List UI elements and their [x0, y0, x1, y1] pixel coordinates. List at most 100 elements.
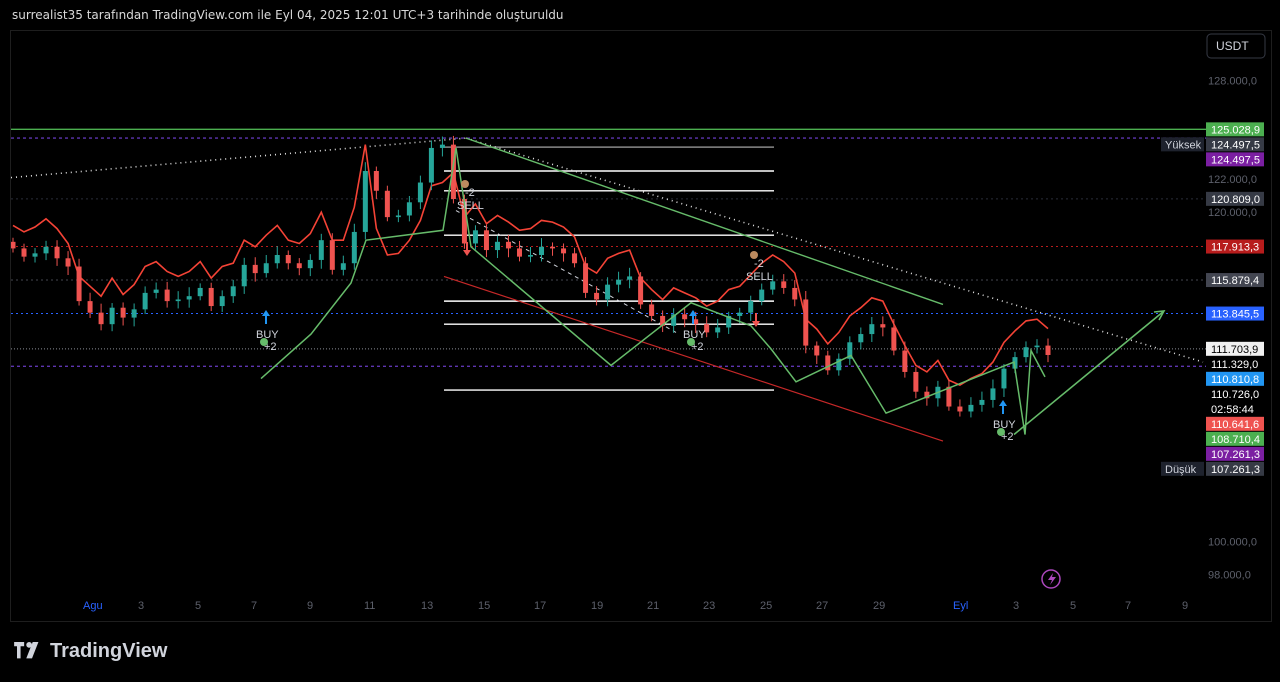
candle-body	[153, 289, 159, 293]
y-tick-label: 120.000,0	[1208, 207, 1257, 219]
candle	[142, 286, 148, 315]
candle-body	[748, 301, 754, 313]
candle	[660, 310, 666, 333]
candle-body	[583, 263, 589, 293]
x-tick-label: 27	[816, 600, 828, 612]
candle	[472, 225, 478, 250]
price-label-text: 125.028,9	[1211, 124, 1260, 136]
signal-dot	[997, 428, 1005, 436]
candle	[373, 166, 379, 199]
candle	[285, 250, 291, 270]
price-label: 02:58:44	[1206, 401, 1264, 416]
candle	[847, 336, 853, 365]
x-tick-label: 25	[760, 600, 772, 612]
price-label-text: 115.879,4	[1211, 275, 1259, 287]
candle-body	[329, 240, 335, 270]
brand-name: TradingView	[50, 640, 168, 662]
price-chart[interactable]: BUY+2SELL-2BUY+2SELL-2BUY+2130.000,0128.…	[11, 31, 1271, 621]
candle-body	[230, 286, 236, 297]
price-tag-text: Düşük	[1165, 464, 1197, 476]
candle-body	[880, 324, 886, 328]
signal-buy: BUY+2	[993, 400, 1016, 443]
candle	[186, 287, 192, 308]
candle-body	[208, 287, 214, 307]
y-tick-label: 98.000,0	[1208, 570, 1251, 582]
price-label: 111.329,0	[1206, 356, 1264, 371]
signal-dot	[260, 338, 268, 346]
candle	[1045, 338, 1051, 363]
candle-body	[539, 246, 545, 255]
candle	[362, 162, 368, 240]
candle	[759, 283, 765, 306]
tradingview-logo-icon	[14, 641, 39, 658]
candle-body	[682, 314, 688, 320]
candle	[957, 399, 963, 417]
candle	[1023, 341, 1029, 363]
candle-body	[285, 255, 291, 264]
candle	[208, 282, 214, 312]
candle	[76, 258, 82, 306]
signal-buy: BUY+2	[256, 310, 279, 353]
candle-body	[792, 287, 798, 300]
candle	[913, 367, 919, 399]
candle	[792, 280, 798, 307]
signal-label: BUY	[256, 329, 279, 341]
candle-body	[120, 307, 126, 318]
x-tick-label: 7	[251, 600, 257, 612]
x-tick-label: 5	[1070, 600, 1076, 612]
price-tag-text: Yüksek	[1165, 139, 1202, 151]
chart-title: surrealist35 tarafından TradingView.com …	[12, 8, 564, 22]
price-label: 107.261,3 Düşük	[1161, 461, 1264, 476]
y-tick-label: 122.000,0	[1208, 174, 1257, 186]
candle-body	[87, 301, 93, 313]
candle-body	[417, 182, 423, 203]
candle	[87, 292, 93, 318]
signal-label: BUY	[993, 419, 1016, 431]
candle	[516, 240, 522, 262]
x-tick-label: 9	[1182, 600, 1188, 612]
candle	[241, 257, 247, 294]
candle	[869, 316, 875, 343]
candle	[494, 235, 500, 258]
candle	[307, 254, 313, 277]
candle-body	[1023, 347, 1029, 358]
price-label-text: 107.261,3	[1211, 449, 1260, 461]
candle-body	[362, 171, 368, 232]
candle-body	[318, 240, 324, 260]
trend-dotted-down	[465, 137, 1204, 363]
price-label: 110.810,8	[1206, 371, 1264, 386]
candle-body	[428, 147, 434, 183]
candle	[384, 185, 390, 222]
chart-area[interactable]: BUY+2SELL-2BUY+2SELL-2BUY+2130.000,0128.…	[10, 30, 1272, 622]
signal-dot	[461, 180, 469, 188]
candle-body	[263, 263, 269, 274]
candle	[11, 237, 16, 253]
candle	[550, 242, 556, 256]
price-label: 110.641,6	[1206, 416, 1264, 431]
candle-body	[561, 248, 567, 254]
candle-body	[406, 202, 412, 216]
candle-body	[550, 246, 556, 249]
candle-body	[241, 264, 247, 287]
signal-sub: -2	[465, 187, 475, 199]
candle	[814, 341, 820, 365]
candle	[296, 258, 302, 276]
signal-sell: SELL-2	[746, 251, 773, 327]
candle-body	[21, 248, 27, 257]
x-tick-label: Agu	[83, 600, 103, 612]
candle	[98, 303, 104, 331]
candle	[1034, 339, 1040, 354]
sell-arrow-icon	[752, 313, 760, 327]
price-label: 108.710,4	[1206, 431, 1264, 446]
candle-body	[572, 253, 578, 264]
signal-label: SELL	[746, 271, 773, 283]
candle-body	[164, 289, 170, 302]
x-tick-label: 19	[591, 600, 603, 612]
candle-body	[1045, 345, 1051, 355]
candle-body	[869, 324, 875, 335]
candle-body	[814, 345, 820, 356]
price-label: 107.261,3	[1206, 446, 1264, 461]
candle-body	[891, 327, 897, 351]
trend-dotted-up	[11, 137, 467, 179]
candle	[395, 209, 401, 223]
